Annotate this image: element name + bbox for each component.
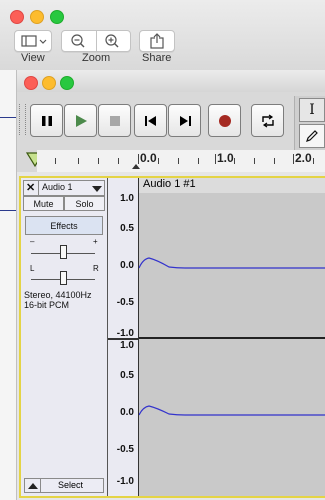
loop-button[interactable]	[251, 104, 284, 137]
audio-track[interactable]: ✕ Audio 1 Mute Solo Effects – + L R Ster…	[19, 176, 325, 498]
audacity-window: I 0.0 1.0 2.0 ✕ Audio 1 Mute Solo Effect…	[16, 70, 325, 500]
ruler-label-1: 1.0	[217, 151, 234, 165]
gain-minus-label: –	[30, 237, 35, 246]
scale-bottom-05: 0.5	[120, 370, 134, 381]
tools-toolbar: I	[294, 96, 325, 150]
gain-slider-thumb[interactable]	[60, 245, 67, 259]
stop-icon	[109, 115, 120, 126]
transport-toolbar: I	[17, 92, 325, 151]
scale-bottom-0: 0.0	[120, 407, 134, 418]
scale-bottom-neg1: -1.0	[116, 476, 134, 487]
skip-to-end-button[interactable]	[168, 104, 201, 137]
track-header: ✕ Audio 1	[23, 180, 105, 196]
share-label: Share	[142, 52, 172, 64]
view-button[interactable]	[14, 30, 52, 52]
ruler-label-2: 2.0	[295, 151, 312, 165]
waveform-svg	[139, 257, 325, 416]
timeline-ruler[interactable]: 0.0 1.0 2.0	[17, 150, 325, 173]
share-button[interactable]	[139, 30, 175, 52]
play-icon	[75, 114, 87, 127]
gain-plus-label: +	[93, 237, 98, 246]
skip-to-start-button[interactable]	[134, 104, 167, 137]
select-button[interactable]: Select	[58, 480, 83, 490]
track-control-panel: ✕ Audio 1 Mute Solo Effects – + L R Ster…	[21, 178, 108, 496]
track-name-menu[interactable]: Audio 1	[42, 182, 73, 192]
zoom-window-button[interactable]	[60, 76, 74, 90]
track-close-button[interactable]: ✕	[26, 181, 35, 194]
zoom-in-icon[interactable]	[96, 31, 130, 51]
scale-top-1: 1.0	[120, 193, 134, 204]
sidebar-view-icon	[21, 35, 47, 47]
zoom-out-icon[interactable]	[62, 31, 96, 51]
scale-bottom-neg05: -0.5	[116, 444, 134, 455]
preview-titlebar: View Zoom Share	[0, 0, 325, 71]
minimize-window-button[interactable]	[30, 10, 44, 24]
track-menu-dropdown-icon[interactable]	[91, 185, 103, 193]
view-label: View	[21, 52, 45, 64]
minimize-window-button[interactable]	[42, 76, 56, 90]
record-button[interactable]	[208, 104, 241, 137]
toolbar-grip[interactable]	[19, 104, 26, 135]
close-window-button[interactable]	[10, 10, 24, 24]
waveform-display[interactable]	[139, 193, 325, 496]
zoom-button-group	[61, 30, 131, 52]
play-button[interactable]	[64, 104, 97, 137]
track-area: ✕ Audio 1 Mute Solo Effects – + L R Ster…	[17, 172, 325, 500]
clip-name: Audio 1 #1	[143, 178, 196, 190]
share-icon	[150, 33, 164, 49]
scale-top-0: 0.0	[120, 260, 134, 271]
pan-left-label: L	[30, 264, 35, 273]
zoom-label: Zoom	[82, 52, 111, 64]
i-beam-icon: I	[309, 102, 315, 118]
solo-button[interactable]: Solo	[64, 196, 105, 211]
scale-top-neg05: -0.5	[116, 297, 134, 308]
pan-right-label: R	[93, 264, 99, 273]
skip-to-start-icon	[144, 115, 156, 126]
channel-right-waveform	[139, 405, 325, 416]
pause-icon	[41, 115, 52, 126]
close-window-button[interactable]	[24, 76, 38, 90]
play-head-marker	[132, 164, 140, 169]
zoom-window-button[interactable]	[50, 10, 64, 24]
draw-tool-button[interactable]	[299, 124, 325, 148]
stop-button[interactable]	[98, 104, 131, 137]
track-format-info: Stereo, 44100Hz	[24, 290, 92, 300]
clip-title-bar[interactable]: Audio 1 #1	[139, 178, 325, 194]
collapse-track-icon[interactable]	[27, 482, 39, 490]
mute-button[interactable]: Mute	[23, 196, 64, 211]
effects-button[interactable]: Effects	[25, 216, 103, 235]
selection-tool-button[interactable]: I	[299, 98, 325, 122]
ruler-label-0: 0.0	[140, 151, 157, 165]
record-icon	[218, 114, 231, 127]
track-bottom-bar: Select	[24, 478, 104, 493]
loop-icon	[261, 114, 274, 127]
track-bit-depth-info: 16-bit PCM	[24, 300, 70, 310]
skip-to-end-icon	[179, 115, 191, 126]
channel-left-waveform	[139, 257, 325, 269]
scale-bottom-1: 1.0	[120, 340, 134, 351]
ruler-scale[interactable]: 0.0 1.0 2.0	[37, 150, 325, 172]
amplitude-scale[interactable]: 1.0 0.5 0.0 -0.5 -1.0 1.0 0.5 0.0 -0.5 -…	[108, 178, 139, 496]
pencil-icon	[306, 130, 318, 142]
audacity-titlebar	[17, 70, 325, 93]
pan-slider-thumb[interactable]	[60, 271, 67, 285]
background-window-edge	[0, 70, 16, 500]
pause-button[interactable]	[30, 104, 63, 137]
scale-top-neg1: -1.0	[116, 328, 134, 339]
scale-top-05: 0.5	[120, 223, 134, 234]
